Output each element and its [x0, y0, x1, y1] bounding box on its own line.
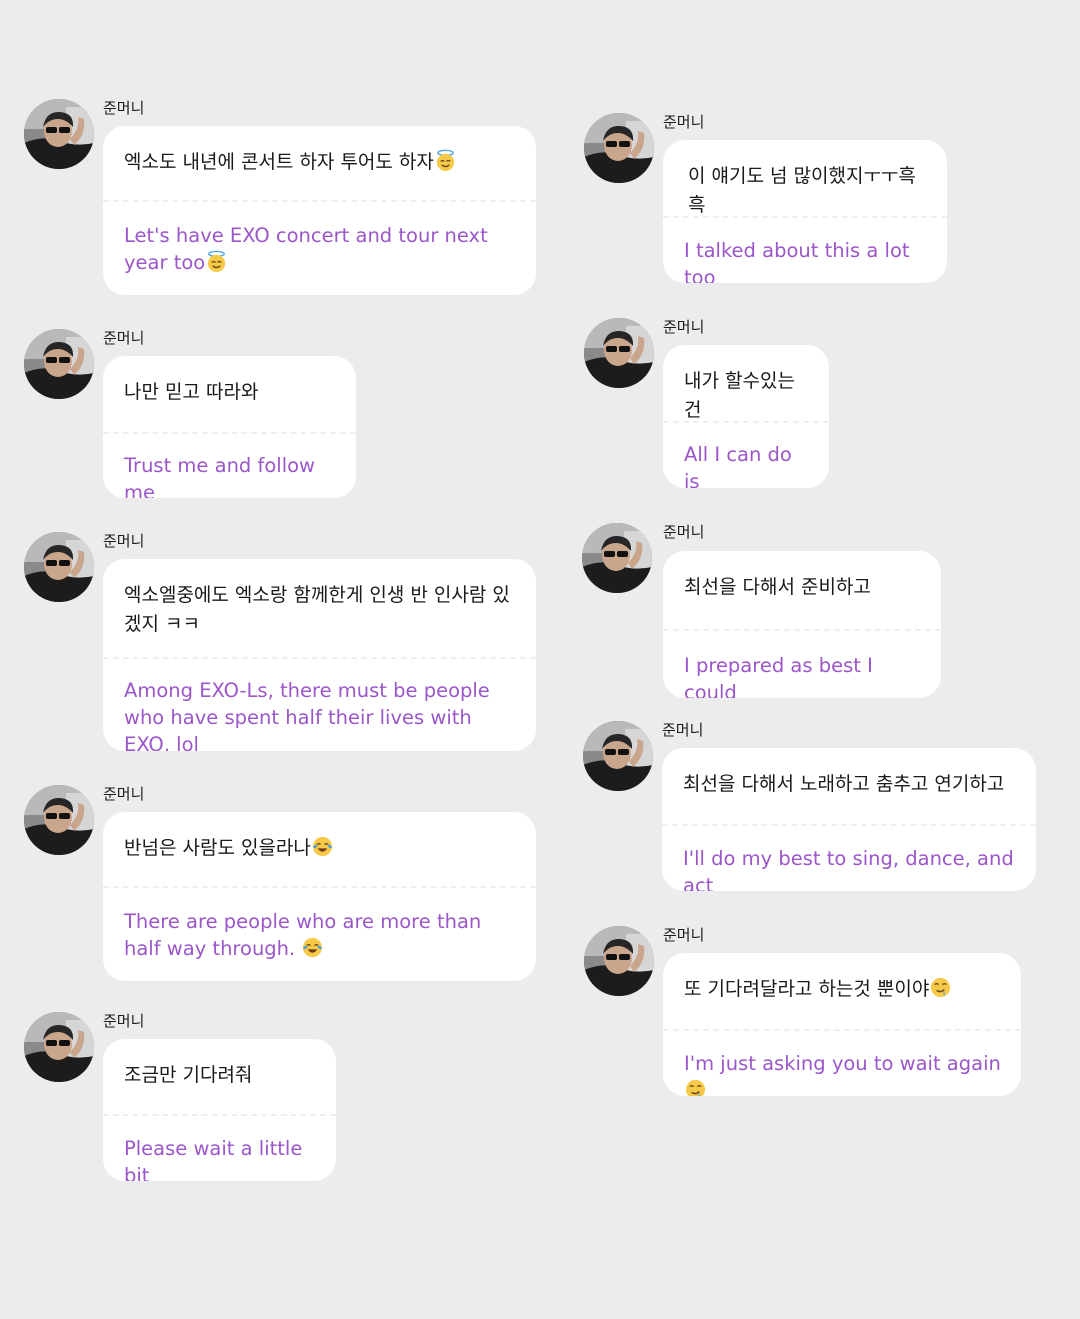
avatar[interactable] — [584, 113, 654, 183]
english-text: Please wait a little bit — [124, 1137, 303, 1181]
message-bubble[interactable]: 엑소도 내년에 콘서트 하자 투어도 하자 Let's have EXO con… — [103, 126, 536, 295]
tears-of-joy-icon — [301, 936, 324, 959]
korean-text: 내가 할수있는건 — [684, 370, 795, 421]
divider — [663, 421, 829, 423]
message-bubble[interactable]: 나만 믿고 따라와 Trust me and follow me — [103, 356, 356, 498]
english-text: All I can do is — [684, 443, 792, 488]
drooling-face-icon — [929, 976, 952, 999]
message-bubble[interactable]: 최선을 다해서 준비하고 I prepared as best I could — [663, 551, 941, 698]
sender-name: 준머니 — [103, 329, 145, 347]
tears-of-joy-icon — [311, 835, 334, 858]
message-bubble[interactable]: 내가 할수있는건 All I can do is — [663, 345, 829, 488]
korean-text: 이 얘기도 넘 많이했지ㅜㅜ흑흑 — [688, 165, 916, 216]
halo-face-icon — [434, 149, 457, 172]
sender-name: 준머니 — [663, 318, 705, 336]
avatar[interactable] — [24, 99, 94, 169]
avatar[interactable] — [24, 532, 94, 602]
korean-text: 최선을 다해서 준비하고 — [684, 576, 871, 598]
message-bubble[interactable]: 반넘은 사람도 있을라나 There are people who are mo… — [103, 812, 536, 981]
avatar[interactable] — [584, 926, 654, 996]
english-text: Let's have EXO concert and tour next yea… — [124, 222, 518, 276]
avatar[interactable] — [24, 329, 94, 399]
korean-text: 엑소엘중에도 엑소랑 함께한게 인생 반 인사람 있겠지 ㅋㅋ — [124, 584, 510, 635]
english-text: I prepared as best I could — [684, 654, 873, 698]
sender-name: 준머니 — [103, 785, 145, 803]
english-line: Let's have EXO concert and tour next yea… — [124, 224, 488, 274]
message-bubble[interactable]: 조금만 기다려줘 Please wait a little bit — [103, 1039, 336, 1181]
english-text: I'll do my best to sing, dance, and act — [683, 847, 1014, 891]
avatar[interactable] — [584, 318, 654, 388]
divider — [103, 432, 356, 434]
divider — [663, 216, 947, 218]
divider — [103, 657, 536, 659]
sender-name: 준머니 — [663, 926, 705, 944]
divider — [662, 824, 1036, 826]
avatar[interactable] — [582, 523, 652, 593]
english-text: There are people who are more than half … — [124, 908, 518, 962]
english-text: Among EXO-Ls, there must be people who h… — [124, 679, 490, 751]
english-text: Trust me and follow me — [124, 454, 316, 498]
english-line: I'm just asking you to wait again — [684, 1052, 1001, 1075]
sender-name: 준머니 — [103, 532, 145, 550]
divider — [663, 629, 941, 631]
korean-text: 조금만 기다려줘 — [124, 1064, 253, 1086]
sender-name: 준머니 — [103, 99, 145, 117]
drooling-face-icon — [684, 1078, 707, 1096]
divider — [103, 1114, 336, 1116]
message-bubble[interactable]: 최선을 다해서 노래하고 춤추고 연기하고 I'll do my best to… — [662, 748, 1036, 891]
korean-text: 반넘은 사람도 있을라나 — [103, 812, 536, 863]
message-bubble[interactable]: 이 얘기도 넘 많이했지ㅜㅜ흑흑 I talked about this a l… — [663, 140, 947, 283]
korean-text: 최선을 다해서 노래하고 춤추고 연기하고 — [683, 773, 1005, 795]
sender-name: 준머니 — [663, 113, 705, 131]
avatar[interactable] — [24, 1012, 94, 1082]
message-bubble[interactable]: 엑소엘중에도 엑소랑 함께한게 인생 반 인사람 있겠지 ㅋㅋ Among EX… — [103, 559, 536, 751]
korean-line: 반넘은 사람도 있을라나 — [124, 837, 311, 859]
divider — [103, 886, 536, 888]
message-bubble[interactable]: 또 기다려달라고 하는것 뿐이야 I'm just asking you to … — [663, 953, 1021, 1096]
halo-face-icon — [205, 250, 228, 273]
korean-line: 엑소도 내년에 콘서트 하자 투어도 하자 — [124, 151, 434, 173]
korean-text: 나만 믿고 따라와 — [124, 381, 259, 403]
sender-name: 준머니 — [103, 1012, 145, 1030]
english-text: I'm just asking you to wait again — [684, 1050, 1003, 1096]
divider — [663, 1029, 1021, 1031]
korean-text: 또 기다려달라고 하는것 뿐이야 — [663, 953, 1021, 1004]
sender-name: 준머니 — [662, 721, 704, 739]
english-text: I talked about this a lot too — [684, 239, 910, 283]
korean-text: 엑소도 내년에 콘서트 하자 투어도 하자 — [103, 126, 536, 177]
korean-line: 또 기다려달라고 하는것 뿐이야 — [684, 978, 930, 1000]
sender-name: 준머니 — [663, 523, 705, 541]
avatar[interactable] — [24, 785, 94, 855]
avatar[interactable] — [583, 721, 653, 791]
divider — [103, 200, 536, 202]
